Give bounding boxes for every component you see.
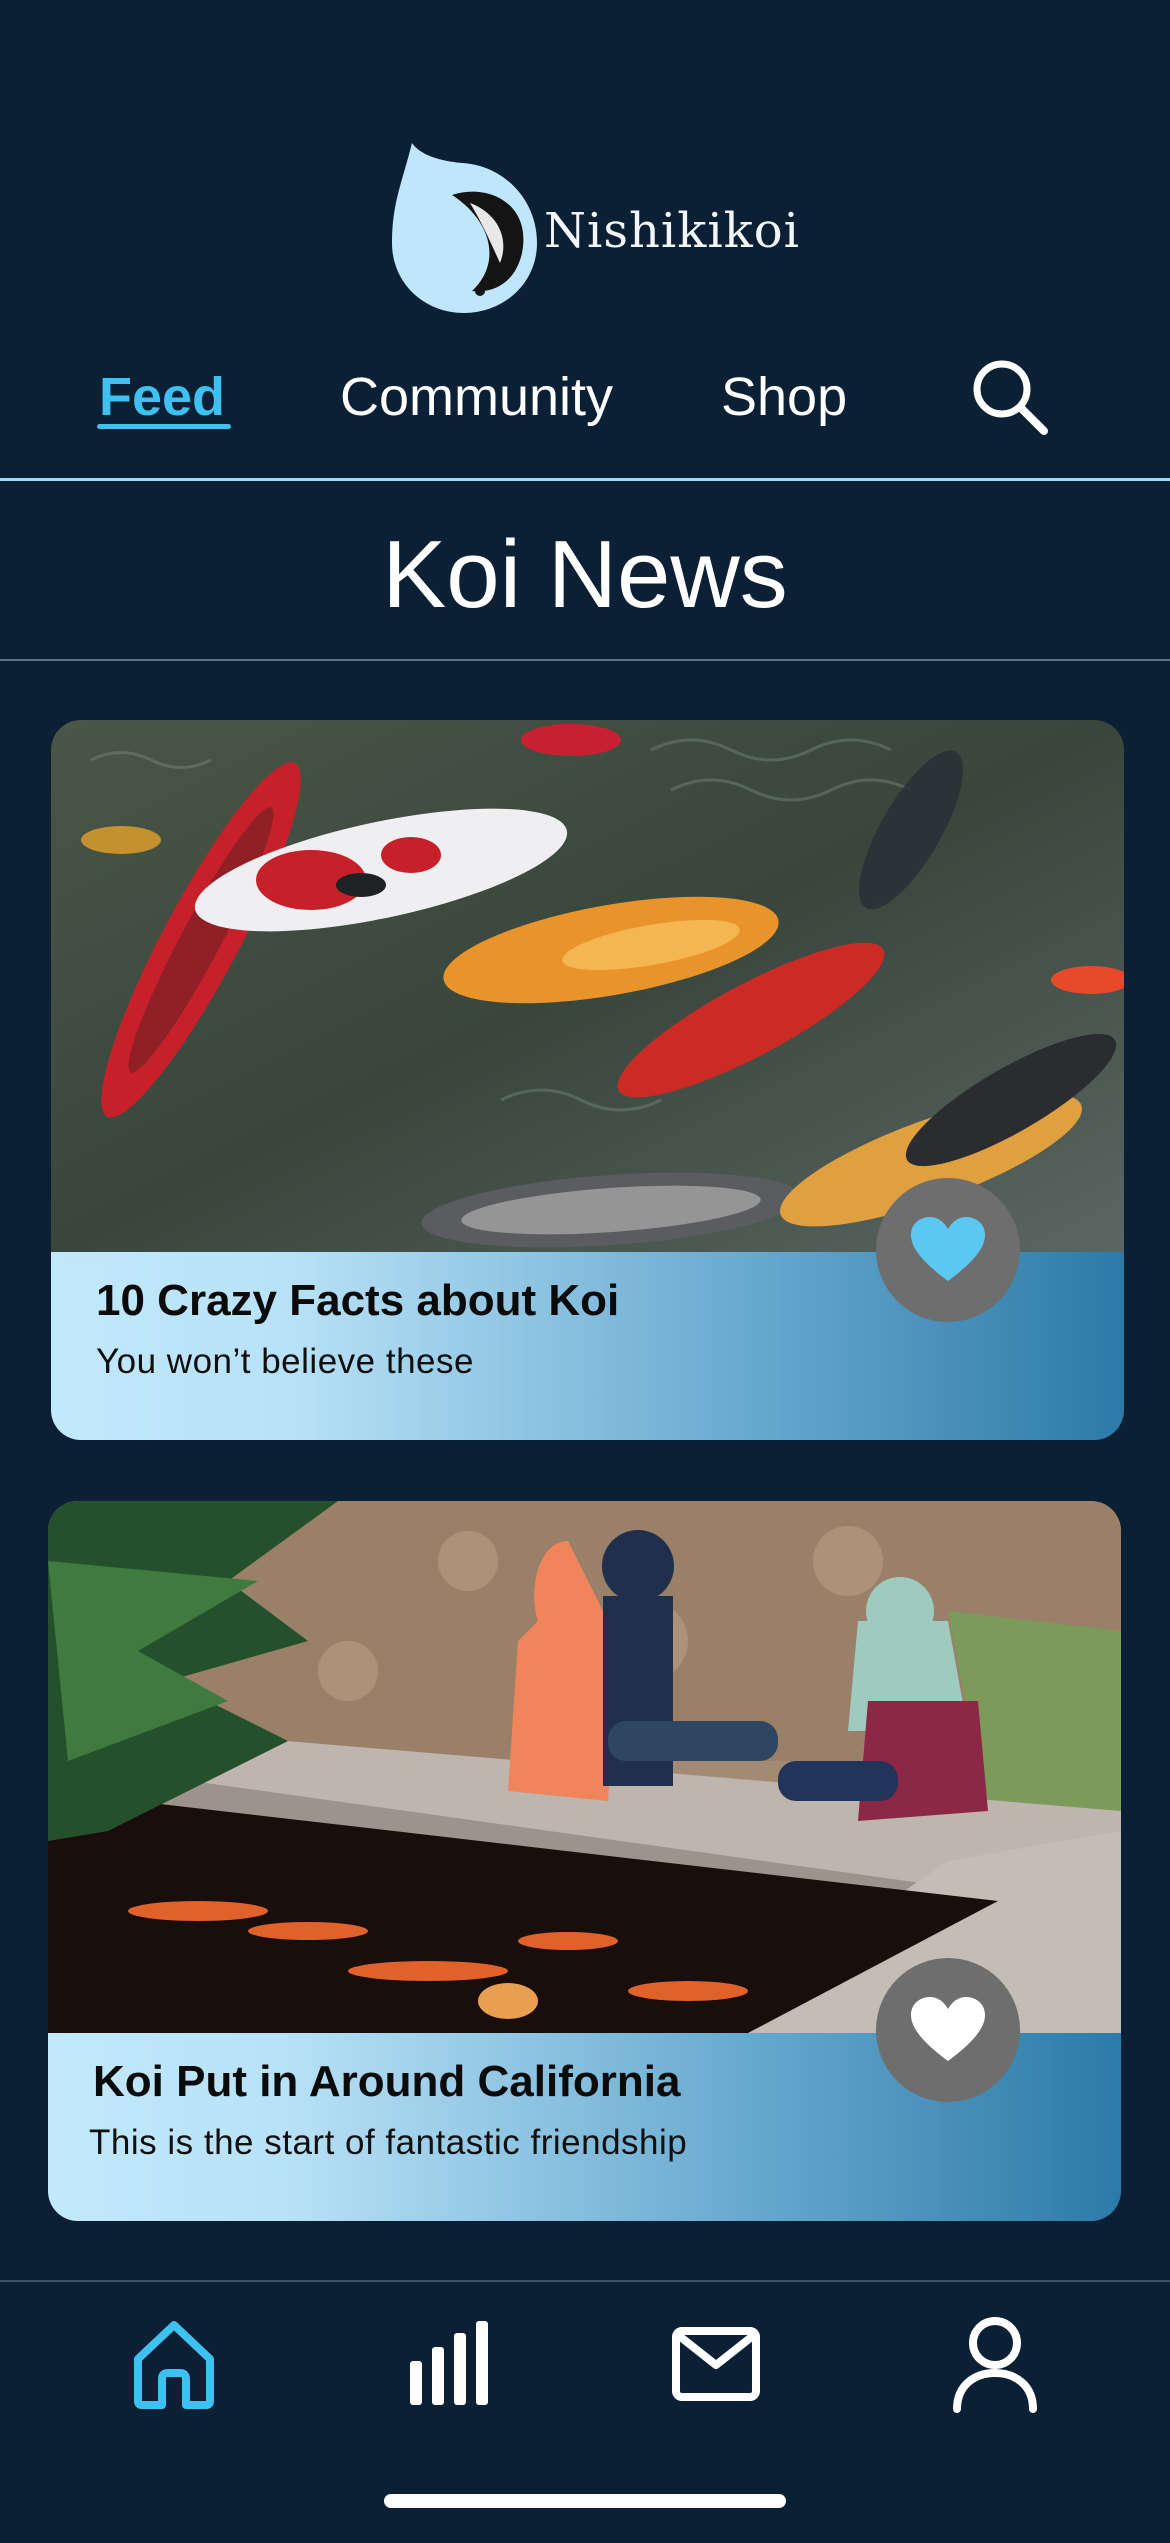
active-tab-indicator: [97, 424, 231, 429]
tab-feed[interactable]: Feed: [99, 366, 225, 428]
card-title: Koi Put in Around California: [93, 2057, 681, 2106]
news-card[interactable]: 10 Crazy Facts about Koi You won’t belie…: [51, 720, 1124, 1440]
like-button[interactable]: [876, 1178, 1020, 1322]
card-title: 10 Crazy Facts about Koi: [96, 1276, 620, 1325]
tab-shop[interactable]: Shop: [721, 366, 847, 428]
search-icon[interactable]: [968, 355, 1052, 439]
heart-icon: [911, 1217, 985, 1281]
mail-icon[interactable]: [666, 2313, 766, 2413]
news-card[interactable]: Koi Put in Around California This is the…: [48, 1501, 1121, 2221]
koi-pond-photo: [51, 720, 1124, 1252]
koi-drop-logo-icon: [392, 143, 537, 313]
like-button[interactable]: [876, 1958, 1020, 2102]
tabbar-divider: [0, 2280, 1170, 2282]
card-subtitle: You won’t believe these: [96, 1342, 474, 1381]
home-icon[interactable]: [124, 2313, 224, 2413]
profile-icon[interactable]: [945, 2313, 1045, 2413]
tab-community[interactable]: Community: [340, 366, 613, 428]
app-logo: Nishikikoi: [392, 143, 799, 313]
pond-friends-photo: [48, 1501, 1121, 2033]
heart-icon: [911, 1997, 985, 2061]
stats-icon[interactable]: [394, 2313, 494, 2413]
page-title: Koi News: [382, 521, 788, 628]
nav-divider: [0, 478, 1170, 481]
home-indicator: [384, 2494, 786, 2508]
brand-name: Nishikikoi: [544, 203, 801, 259]
title-divider: [0, 659, 1170, 661]
card-subtitle: This is the start of fantastic friendshi…: [89, 2123, 688, 2162]
